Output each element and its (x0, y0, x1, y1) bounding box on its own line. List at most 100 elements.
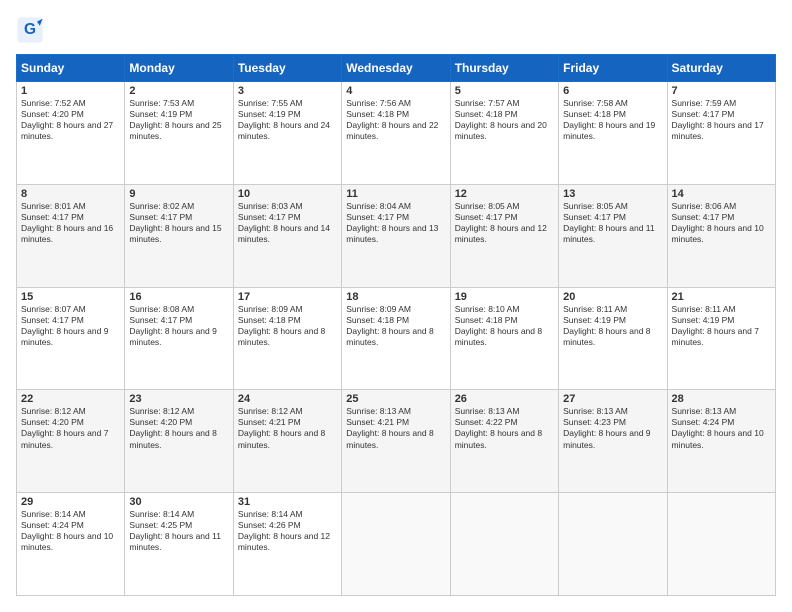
day-number: 10 (238, 188, 337, 200)
calendar-cell: 23Sunrise: 8:12 AMSunset: 4:20 PMDayligh… (125, 390, 233, 493)
day-number: 21 (672, 291, 771, 303)
calendar-cell: 30Sunrise: 8:14 AMSunset: 4:25 PMDayligh… (125, 493, 233, 596)
calendar-cell: 20Sunrise: 8:11 AMSunset: 4:19 PMDayligh… (559, 287, 667, 390)
cell-info: Sunrise: 8:12 AMSunset: 4:20 PMDaylight:… (129, 406, 228, 450)
header: G (16, 16, 776, 44)
calendar-week-1: 1Sunrise: 7:52 AMSunset: 4:20 PMDaylight… (17, 82, 776, 185)
cell-info: Sunrise: 7:53 AMSunset: 4:19 PMDaylight:… (129, 98, 228, 142)
day-number: 5 (455, 85, 554, 97)
calendar-week-5: 29Sunrise: 8:14 AMSunset: 4:24 PMDayligh… (17, 493, 776, 596)
cell-info: Sunrise: 7:56 AMSunset: 4:18 PMDaylight:… (346, 98, 445, 142)
cell-info: Sunrise: 7:59 AMSunset: 4:17 PMDaylight:… (672, 98, 771, 142)
col-tuesday: Tuesday (233, 55, 341, 82)
day-number: 3 (238, 85, 337, 97)
day-number: 29 (21, 496, 120, 508)
day-number: 9 (129, 188, 228, 200)
calendar-cell: 17Sunrise: 8:09 AMSunset: 4:18 PMDayligh… (233, 287, 341, 390)
calendar-week-2: 8Sunrise: 8:01 AMSunset: 4:17 PMDaylight… (17, 184, 776, 287)
cell-info: Sunrise: 8:11 AMSunset: 4:19 PMDaylight:… (672, 304, 771, 348)
cell-info: Sunrise: 8:12 AMSunset: 4:21 PMDaylight:… (238, 406, 337, 450)
calendar-week-3: 15Sunrise: 8:07 AMSunset: 4:17 PMDayligh… (17, 287, 776, 390)
page: G Sunday Monday Tuesday Wednesday Thursd… (0, 0, 792, 612)
cell-info: Sunrise: 7:55 AMSunset: 4:19 PMDaylight:… (238, 98, 337, 142)
day-number: 8 (21, 188, 120, 200)
cell-info: Sunrise: 8:05 AMSunset: 4:17 PMDaylight:… (455, 201, 554, 245)
logo: G (16, 16, 48, 44)
calendar-cell: 4Sunrise: 7:56 AMSunset: 4:18 PMDaylight… (342, 82, 450, 185)
cell-info: Sunrise: 8:04 AMSunset: 4:17 PMDaylight:… (346, 201, 445, 245)
calendar-cell: 9Sunrise: 8:02 AMSunset: 4:17 PMDaylight… (125, 184, 233, 287)
day-number: 23 (129, 393, 228, 405)
day-number: 30 (129, 496, 228, 508)
calendar-cell: 2Sunrise: 7:53 AMSunset: 4:19 PMDaylight… (125, 82, 233, 185)
calendar-cell: 6Sunrise: 7:58 AMSunset: 4:18 PMDaylight… (559, 82, 667, 185)
cell-info: Sunrise: 8:13 AMSunset: 4:24 PMDaylight:… (672, 406, 771, 450)
cell-info: Sunrise: 8:09 AMSunset: 4:18 PMDaylight:… (346, 304, 445, 348)
calendar-header: Sunday Monday Tuesday Wednesday Thursday… (17, 55, 776, 82)
cell-info: Sunrise: 8:13 AMSunset: 4:23 PMDaylight:… (563, 406, 662, 450)
calendar-cell: 19Sunrise: 8:10 AMSunset: 4:18 PMDayligh… (450, 287, 558, 390)
cell-info: Sunrise: 8:14 AMSunset: 4:24 PMDaylight:… (21, 509, 120, 553)
cell-info: Sunrise: 8:03 AMSunset: 4:17 PMDaylight:… (238, 201, 337, 245)
day-number: 13 (563, 188, 662, 200)
cell-info: Sunrise: 8:06 AMSunset: 4:17 PMDaylight:… (672, 201, 771, 245)
header-row: Sunday Monday Tuesday Wednesday Thursday… (17, 55, 776, 82)
day-number: 22 (21, 393, 120, 405)
calendar-cell: 5Sunrise: 7:57 AMSunset: 4:18 PMDaylight… (450, 82, 558, 185)
calendar-cell: 15Sunrise: 8:07 AMSunset: 4:17 PMDayligh… (17, 287, 125, 390)
calendar-cell: 21Sunrise: 8:11 AMSunset: 4:19 PMDayligh… (667, 287, 775, 390)
calendar-cell: 1Sunrise: 7:52 AMSunset: 4:20 PMDaylight… (17, 82, 125, 185)
calendar-cell (559, 493, 667, 596)
calendar-body: 1Sunrise: 7:52 AMSunset: 4:20 PMDaylight… (17, 82, 776, 596)
day-number: 6 (563, 85, 662, 97)
day-number: 17 (238, 291, 337, 303)
cell-info: Sunrise: 8:10 AMSunset: 4:18 PMDaylight:… (455, 304, 554, 348)
calendar-cell: 13Sunrise: 8:05 AMSunset: 4:17 PMDayligh… (559, 184, 667, 287)
cell-info: Sunrise: 8:13 AMSunset: 4:22 PMDaylight:… (455, 406, 554, 450)
day-number: 2 (129, 85, 228, 97)
day-number: 19 (455, 291, 554, 303)
day-number: 11 (346, 188, 445, 200)
calendar-cell: 3Sunrise: 7:55 AMSunset: 4:19 PMDaylight… (233, 82, 341, 185)
day-number: 14 (672, 188, 771, 200)
col-monday: Monday (125, 55, 233, 82)
col-wednesday: Wednesday (342, 55, 450, 82)
cell-info: Sunrise: 8:02 AMSunset: 4:17 PMDaylight:… (129, 201, 228, 245)
calendar-cell: 18Sunrise: 8:09 AMSunset: 4:18 PMDayligh… (342, 287, 450, 390)
calendar-cell: 11Sunrise: 8:04 AMSunset: 4:17 PMDayligh… (342, 184, 450, 287)
calendar-cell (667, 493, 775, 596)
calendar-cell: 24Sunrise: 8:12 AMSunset: 4:21 PMDayligh… (233, 390, 341, 493)
cell-info: Sunrise: 7:57 AMSunset: 4:18 PMDaylight:… (455, 98, 554, 142)
cell-info: Sunrise: 8:12 AMSunset: 4:20 PMDaylight:… (21, 406, 120, 450)
logo-icon: G (16, 16, 44, 44)
col-thursday: Thursday (450, 55, 558, 82)
day-number: 20 (563, 291, 662, 303)
calendar-cell: 27Sunrise: 8:13 AMSunset: 4:23 PMDayligh… (559, 390, 667, 493)
calendar-cell: 25Sunrise: 8:13 AMSunset: 4:21 PMDayligh… (342, 390, 450, 493)
calendar-cell: 28Sunrise: 8:13 AMSunset: 4:24 PMDayligh… (667, 390, 775, 493)
cell-info: Sunrise: 8:11 AMSunset: 4:19 PMDaylight:… (563, 304, 662, 348)
day-number: 1 (21, 85, 120, 97)
col-friday: Friday (559, 55, 667, 82)
svg-text:G: G (24, 21, 36, 38)
day-number: 27 (563, 393, 662, 405)
day-number: 24 (238, 393, 337, 405)
cell-info: Sunrise: 8:08 AMSunset: 4:17 PMDaylight:… (129, 304, 228, 348)
day-number: 7 (672, 85, 771, 97)
calendar-cell: 7Sunrise: 7:59 AMSunset: 4:17 PMDaylight… (667, 82, 775, 185)
cell-info: Sunrise: 8:07 AMSunset: 4:17 PMDaylight:… (21, 304, 120, 348)
cell-info: Sunrise: 8:05 AMSunset: 4:17 PMDaylight:… (563, 201, 662, 245)
calendar-cell: 22Sunrise: 8:12 AMSunset: 4:20 PMDayligh… (17, 390, 125, 493)
col-sunday: Sunday (17, 55, 125, 82)
day-number: 15 (21, 291, 120, 303)
cell-info: Sunrise: 8:14 AMSunset: 4:25 PMDaylight:… (129, 509, 228, 553)
cell-info: Sunrise: 8:13 AMSunset: 4:21 PMDaylight:… (346, 406, 445, 450)
calendar-week-4: 22Sunrise: 8:12 AMSunset: 4:20 PMDayligh… (17, 390, 776, 493)
cell-info: Sunrise: 8:14 AMSunset: 4:26 PMDaylight:… (238, 509, 337, 553)
day-number: 31 (238, 496, 337, 508)
cell-info: Sunrise: 8:01 AMSunset: 4:17 PMDaylight:… (21, 201, 120, 245)
calendar-cell: 10Sunrise: 8:03 AMSunset: 4:17 PMDayligh… (233, 184, 341, 287)
calendar-cell: 29Sunrise: 8:14 AMSunset: 4:24 PMDayligh… (17, 493, 125, 596)
col-saturday: Saturday (667, 55, 775, 82)
cell-info: Sunrise: 7:52 AMSunset: 4:20 PMDaylight:… (21, 98, 120, 142)
